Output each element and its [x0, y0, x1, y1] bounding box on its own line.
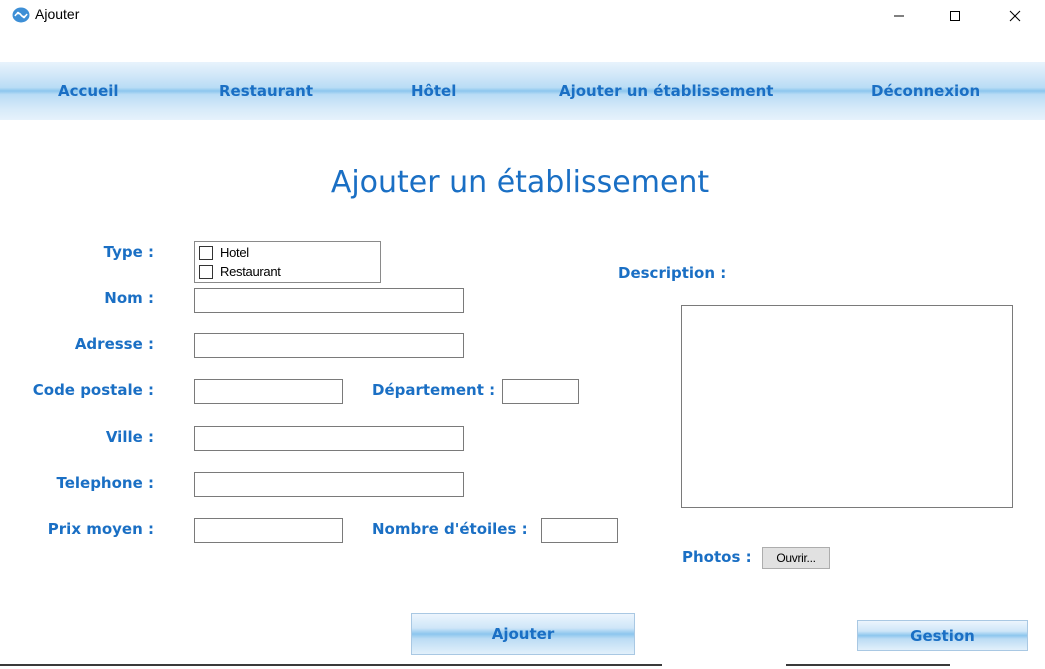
- close-icon: [1009, 7, 1021, 26]
- maximize-button[interactable]: [932, 0, 978, 32]
- bottom-divider-gap-right: [950, 664, 1045, 666]
- restaurant-option-label: Restaurant: [220, 264, 281, 279]
- nombre-etoiles-input[interactable]: [541, 518, 618, 543]
- nombre-etoiles-label: Nombre d'étoiles :: [372, 520, 528, 538]
- minimize-button[interactable]: [876, 0, 922, 32]
- minimize-icon: [893, 7, 905, 26]
- nom-label: Nom :: [104, 289, 154, 307]
- app-window: Ajouter Accueil Restaurant Hôtel Ajouter…: [0, 0, 1045, 669]
- type-checklist: Hotel Restaurant: [194, 241, 381, 283]
- nav-item-restaurant[interactable]: Restaurant: [219, 82, 313, 100]
- type-label: Type :: [103, 243, 154, 261]
- bottom-divider: [0, 664, 1045, 666]
- photos-label: Photos :: [682, 548, 752, 566]
- gestion-button[interactable]: Gestion: [857, 620, 1028, 651]
- prix-moyen-input[interactable]: [194, 518, 343, 543]
- nav-item-deconnexion[interactable]: Déconnexion: [871, 82, 980, 100]
- description-label: Description :: [618, 264, 727, 282]
- telephone-input[interactable]: [194, 472, 464, 497]
- title-bar: Ajouter: [0, 0, 1045, 32]
- nav-item-accueil[interactable]: Accueil: [58, 82, 119, 100]
- ville-input[interactable]: [194, 426, 464, 451]
- nav-item-hotel[interactable]: Hôtel: [411, 82, 456, 100]
- window-title: Ajouter: [35, 6, 80, 22]
- page-title: Ajouter un établissement: [330, 165, 710, 200]
- type-option-hotel[interactable]: Hotel: [199, 245, 249, 260]
- ouvrir-button[interactable]: Ouvrir...: [762, 547, 830, 569]
- nav-bar: Accueil Restaurant Hôtel Ajouter un étab…: [0, 62, 1045, 120]
- ajouter-button[interactable]: Ajouter: [411, 613, 635, 655]
- nav-item-ajouter-etablissement[interactable]: Ajouter un établissement: [559, 82, 773, 100]
- departement-input[interactable]: [502, 379, 579, 404]
- app-logo-icon: [12, 7, 30, 23]
- hotel-option-label: Hotel: [220, 245, 249, 260]
- bottom-divider-gap: [662, 664, 786, 666]
- prix-moyen-label: Prix moyen :: [47, 520, 154, 538]
- ville-label: Ville :: [105, 428, 154, 446]
- restaurant-checkbox[interactable]: [199, 264, 213, 279]
- nom-input[interactable]: [194, 288, 464, 313]
- code-postale-label: Code postale :: [32, 381, 154, 399]
- description-textarea[interactable]: [681, 305, 1013, 508]
- adresse-input[interactable]: [194, 333, 464, 358]
- telephone-label: Telephone :: [56, 474, 154, 492]
- departement-label: Département :: [372, 381, 496, 399]
- type-option-restaurant[interactable]: Restaurant: [199, 264, 281, 279]
- adresse-label: Adresse :: [74, 335, 154, 353]
- close-button[interactable]: [992, 0, 1038, 32]
- maximize-icon: [949, 7, 961, 26]
- code-postale-input[interactable]: [194, 379, 343, 404]
- hotel-checkbox[interactable]: [199, 245, 213, 260]
